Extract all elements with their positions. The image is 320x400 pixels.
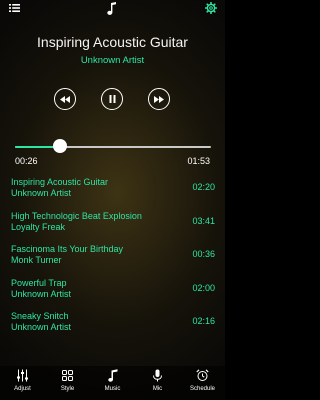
list-icon[interactable] <box>9 3 20 13</box>
track-title: Powerful Trap <box>11 277 67 288</box>
track-title: Sneaky Snitch <box>11 311 69 321</box>
gear-icon[interactable] <box>205 2 217 14</box>
fast-forward-icon <box>154 95 164 103</box>
track-artist: Unknown Artist <box>11 188 72 198</box>
track-title: Inspiring Acoustic Guitar <box>11 177 109 187</box>
track-duration: 02:20 <box>192 182 215 192</box>
track-artist: Unknown Artist <box>11 288 72 299</box>
playlist-item[interactable]: High Technologic Beat Explosion Loyalty … <box>0 206 225 240</box>
previous-button[interactable] <box>54 88 76 110</box>
microphone-icon <box>151 369 164 382</box>
music-note-icon <box>106 369 119 382</box>
grid-icon <box>61 369 74 382</box>
playlist-item[interactable]: Fascinoma Its Your Birthday Monk Turner … <box>0 239 225 273</box>
tab-label: Schedule <box>189 386 216 392</box>
playlist-item[interactable]: Powerful Trap Unknown Artist 02:00 <box>0 273 225 307</box>
track-artist: Loyalty Freak <box>11 221 66 232</box>
tab-music[interactable]: Music <box>90 366 135 400</box>
tab-style[interactable]: Style <box>45 366 90 400</box>
track-artist: Monk Turner <box>11 255 62 265</box>
tab-label: Adjust <box>14 386 31 392</box>
now-playing-title: Inspiring Acoustic Guitar <box>37 34 188 50</box>
track-duration: 03:41 <box>192 215 215 226</box>
track-title: Fascinoma Its Your Birthday <box>11 244 124 254</box>
tab-label: Music <box>104 386 121 392</box>
next-button[interactable] <box>148 88 170 110</box>
track-title: High Technologic Beat Explosion <box>11 210 142 221</box>
total-time: 01:53 <box>187 156 210 166</box>
tab-schedule[interactable]: Schedule <box>180 366 225 400</box>
playlist-item[interactable]: Sneaky Snitch Unknown Artist 02:16 <box>0 306 225 340</box>
tab-mic[interactable]: Mic <box>135 366 180 400</box>
track-duration: 00:36 <box>192 249 215 259</box>
playback-controls <box>50 88 175 114</box>
progress-thumb[interactable] <box>53 139 68 153</box>
bottom-tab-bar: Adjust Style Music Mic Schedule <box>0 366 225 400</box>
tab-label: Mic <box>152 386 163 392</box>
top-bar <box>0 0 225 20</box>
elapsed-time: 00:26 <box>15 156 38 166</box>
now-playing-artist: Unknown Artist <box>80 55 145 66</box>
music-note-icon <box>107 2 117 15</box>
playlist-item[interactable]: Inspiring Acoustic Guitar Unknown Artist… <box>0 172 225 206</box>
rewind-icon <box>60 95 70 103</box>
sliders-icon <box>16 369 29 382</box>
music-player-screen: Inspiring Acoustic Guitar Unknown Artist <box>0 0 225 400</box>
playlist: Inspiring Acoustic Guitar Unknown Artist… <box>0 172 225 340</box>
pause-icon <box>109 95 116 103</box>
track-artist: Unknown Artist <box>11 322 72 332</box>
tab-label: Style <box>60 386 75 392</box>
pause-button[interactable] <box>101 88 123 110</box>
alarm-clock-icon <box>196 369 209 382</box>
track-duration: 02:16 <box>192 316 215 326</box>
tab-adjust[interactable]: Adjust <box>0 366 45 400</box>
track-duration: 02:00 <box>192 282 215 293</box>
progress-slider[interactable] <box>15 139 211 153</box>
